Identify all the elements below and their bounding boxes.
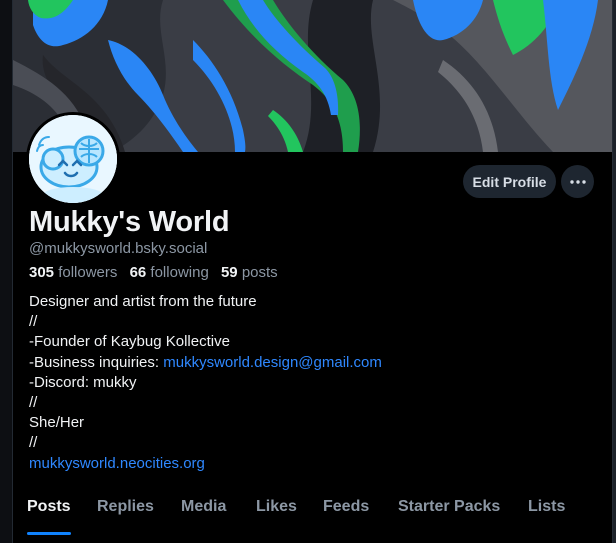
posts-count: 59	[220, 264, 238, 281]
tab-lists[interactable]: Lists	[528, 498, 565, 516]
tab-starter-packs[interactable]: Starter Packs	[398, 498, 500, 516]
tab-feeds[interactable]: Feeds	[323, 498, 369, 516]
followers-count: 305	[29, 264, 55, 281]
bio-business-label: -Business inquiries:	[29, 353, 164, 371]
ellipsis-icon	[569, 179, 586, 184]
following-count: 66	[129, 264, 147, 281]
tab-posts[interactable]: Posts	[27, 498, 71, 516]
profile-bio: Designer and artist from the future // -…	[29, 292, 382, 474]
followers-label: followers	[58, 264, 118, 281]
bio-line: //	[29, 394, 38, 412]
following-label: following	[150, 264, 209, 281]
bio-line: -Business inquiries: mukkysworld.design@…	[29, 353, 382, 373]
email-link[interactable]: mukkysworld.design@gmail.com	[163, 354, 382, 371]
posts-stat: 59 posts	[221, 264, 278, 281]
profile-stats: 305 followers 66 following 59 posts	[29, 264, 286, 281]
bio-line: Designer and artist from the future	[29, 293, 257, 310]
profile-panel: Edit Profile Mukky's World @mukkysworld.…	[12, 0, 613, 543]
tab-replies[interactable]: Replies	[97, 498, 154, 516]
bio-line: //	[29, 434, 38, 452]
active-tab-indicator	[27, 532, 71, 535]
profile-tabs: Posts Replies Media Likes Feeds Starter …	[13, 498, 612, 543]
avatar[interactable]	[26, 112, 120, 206]
posts-label: posts	[241, 264, 278, 281]
bio-line: mukkysworld.neocities.org	[29, 454, 382, 474]
more-options-button[interactable]	[561, 165, 594, 198]
bio-line: She/Her	[29, 414, 85, 432]
bio-line: //	[29, 313, 38, 331]
display-name: Mukky's World	[29, 206, 230, 238]
edit-profile-button[interactable]: Edit Profile	[463, 165, 556, 198]
profile-handle: @mukkysworld.bsky.social	[29, 240, 208, 257]
tab-media[interactable]: Media	[181, 498, 226, 516]
bio-line: -Discord: mukky	[29, 373, 137, 391]
tab-likes[interactable]: Likes	[256, 498, 297, 516]
followers-stat[interactable]: 305 followers	[29, 264, 117, 281]
bio-line: -Founder of Kaybug Kollective	[29, 333, 230, 351]
avatar-image	[29, 115, 117, 203]
website-link[interactable]: mukkysworld.neocities.org	[29, 455, 205, 472]
window-left-edge	[0, 0, 12, 543]
following-stat[interactable]: 66 following	[130, 264, 209, 281]
